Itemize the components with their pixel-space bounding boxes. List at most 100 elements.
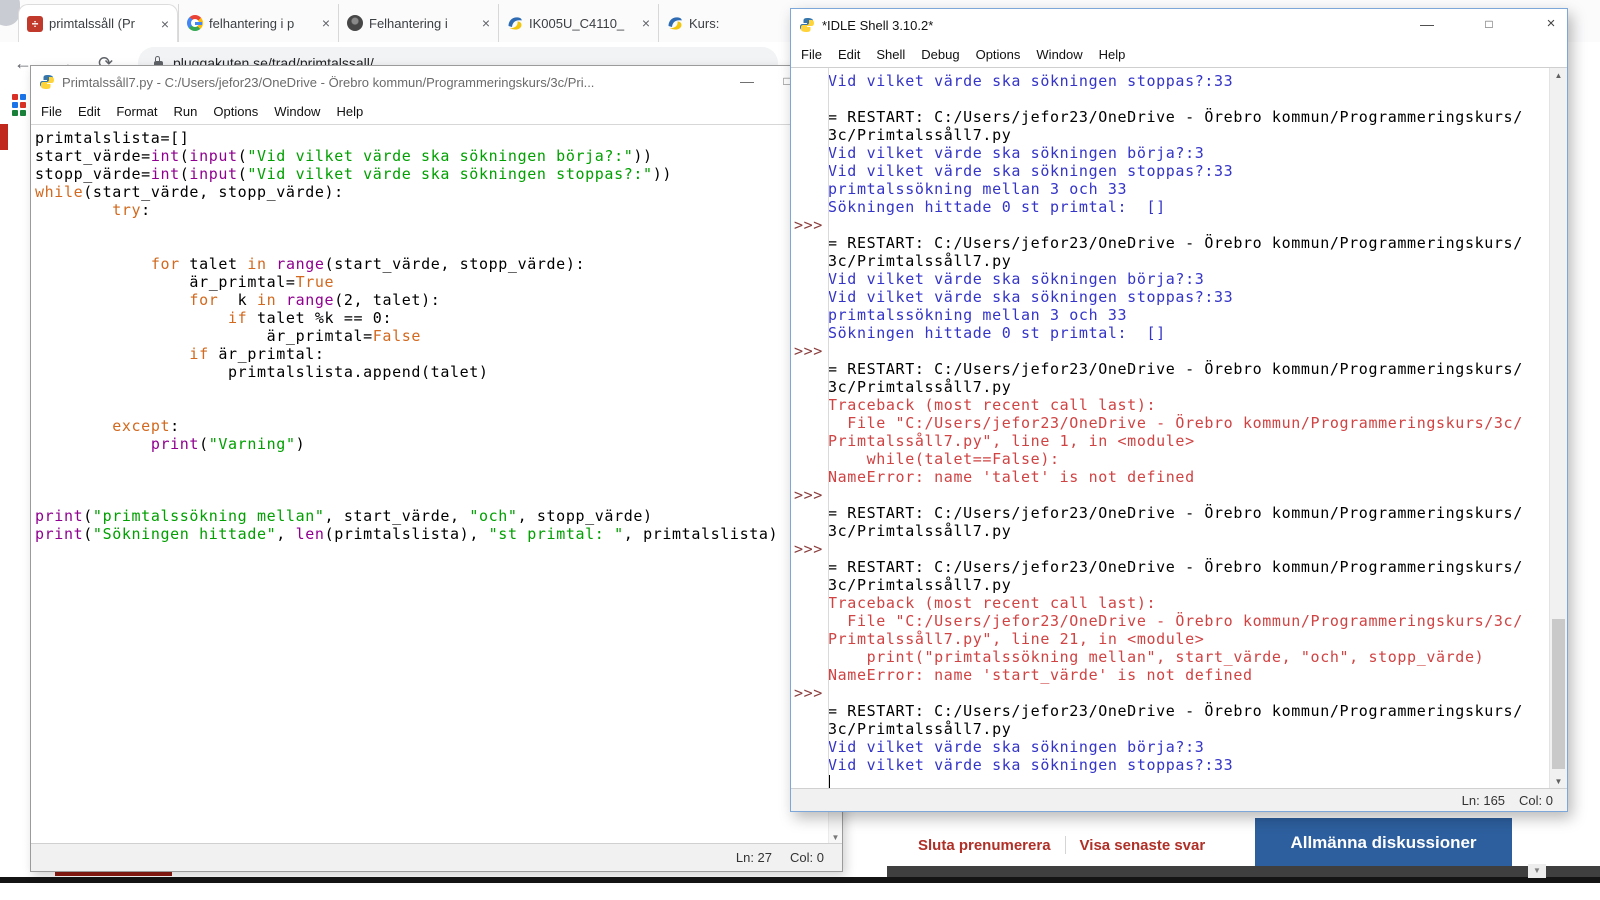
editor-statusbar: Ln: 27 Col: 0 [31,843,842,871]
shell-line: Vid vilket värde ska sökningen stoppas?:… [828,162,1234,180]
editor-titlebar[interactable]: Primtalssåll7.py - C:/Users/jefor23/OneD… [31,66,842,98]
itslearning-icon [667,15,683,31]
menu-format[interactable]: Format [108,100,165,123]
tab-primtalssall[interactable]: ÷ primtalssåll (Pr × [18,4,178,42]
code-line: stopp_värde=int(input("Vid vilket värde … [35,165,672,183]
scrollbar-thumb[interactable] [1552,619,1565,769]
shell-line: 3c/Primtalssåll7.py [828,252,1012,270]
tab-felhantering-google[interactable]: felhantering i p × [178,4,338,42]
menu-window[interactable]: Window [1028,43,1090,66]
bookmark-grid-icon[interactable] [12,94,26,116]
menu-file[interactable]: File [33,100,70,123]
scroll-down-icon[interactable]: ▼ [829,833,842,842]
shell-titlebar[interactable]: *IDLE Shell 3.10.2* — □ × [791,9,1567,41]
menu-file[interactable]: File [793,43,830,66]
maximize-button[interactable]: □ [1473,9,1505,41]
menu-run[interactable]: Run [166,100,206,123]
close-tab-icon[interactable]: × [482,15,490,31]
allmanna-diskussioner-button[interactable]: Allmänna diskussioner [1255,818,1512,868]
tab-felhantering-forum[interactable]: Felhantering i × [338,4,498,42]
menu-options[interactable]: Options [968,43,1029,66]
shell-line: = RESTART: C:/Users/jefor23/OneDrive - Ö… [828,504,1523,522]
editor-code-area[interactable]: primtalslista=[] start_värde=int(input("V… [31,124,829,844]
code-line: print("Sökningen hittade", len(primtalsl… [35,525,779,543]
itslearning-icon [507,15,523,31]
link-visa-senaste-svar[interactable]: Visa senaste svar [1080,837,1206,854]
minimize-button[interactable]: — [731,66,763,98]
line-indicator: Ln: 165 [1461,792,1506,808]
shell-line: >>> [794,540,823,558]
close-button[interactable]: × [1535,9,1567,41]
minimize-button[interactable]: — [1411,9,1443,41]
idle-editor-window: Primtalssåll7.py - C:/Users/jefor23/OneD… [30,65,843,872]
code-line: primtalslista=[] [35,129,190,147]
shell-line: while(talet==False): [828,450,1060,468]
thread-actions: Sluta prenumerera Visa senaste svar [918,836,1205,854]
shell-line: print("primtalssökning mellan", start_vä… [828,648,1485,666]
menu-window[interactable]: Window [266,100,328,123]
code-line: start_värde=int(input("Vid vilket värde … [35,147,653,165]
shell-line: Primtalssåll7.py", line 1, in <module> [828,432,1195,450]
shell-line: NameError: name 'talet' is not defined [828,468,1195,486]
code-line: print("primtalssökning mellan", start_vä… [35,507,653,525]
shell-scrollbar[interactable]: ▲ ▼ [1549,68,1567,789]
scroll-up-icon[interactable]: ▲ [1550,71,1567,80]
code-line: except: [112,417,180,435]
shell-line: 3c/Primtalssåll7.py [828,378,1012,396]
shell-line: = RESTART: C:/Users/jefor23/OneDrive - Ö… [828,558,1523,576]
tab-kurs[interactable]: Kurs: [658,4,768,42]
close-tab-icon[interactable]: × [642,15,650,31]
shell-line: 3c/Primtalssåll7.py [828,126,1012,144]
idle-shell-window: *IDLE Shell 3.10.2* — □ × File Edit Shell D… [790,8,1568,812]
red-accent-bar [55,872,172,876]
menu-options[interactable]: Options [205,100,266,123]
shell-window-title: *IDLE Shell 3.10.2* [822,17,934,33]
shell-line: Sökningen hittade 0 st primtal: [] [828,198,1166,216]
menu-edit[interactable]: Edit [830,43,868,66]
col-indicator: Col: 0 [1519,792,1553,808]
code-line: if är_primtal: [189,345,325,363]
shell-line: = RESTART: C:/Users/jefor23/OneDrive - Ö… [828,234,1523,252]
link-divider [1064,836,1066,854]
editor-menubar: File Edit Format Run Options Window Help [31,98,842,124]
tab-list: ÷ primtalssåll (Pr × felhantering i p × … [18,4,768,42]
code-line: print("Varning") [150,435,306,453]
shell-line: Traceback (most recent call last): [828,396,1157,414]
menu-help[interactable]: Help [328,100,371,123]
code-line: for k in range(2, talet): [189,291,441,309]
close-tab-icon[interactable]: × [322,15,330,31]
tab-ik005u[interactable]: IK005U_C4110_ × [498,4,658,42]
shell-line: primtalssökning mellan 3 och 33 [828,306,1128,324]
shell-line: Vid vilket värde ska sökningen stoppas?:… [828,288,1234,306]
scroll-down-icon[interactable]: ▼ [1550,777,1567,786]
shell-line: >>> [794,216,823,234]
shell-line: Vid vilket värde ska sökningen börja?:3 [828,144,1205,162]
link-sluta-prenumerera[interactable]: Sluta prenumerera [918,837,1051,854]
shell-line: >>> [794,342,823,360]
page-scrollbar-down-icon[interactable]: ▼ [1528,864,1546,878]
shell-line: Sökningen hittade 0 st primtal: [] [828,324,1166,342]
code-line: primtalslista.append(talet) [35,363,489,381]
shell-line: File "C:/Users/jefor23/OneDrive - Örebro… [828,612,1523,630]
menu-help[interactable]: Help [1091,43,1134,66]
shell-line: >>> [794,486,823,504]
shell-statusbar: Ln: 165 Col: 0 [791,788,1567,811]
shell-line: 3c/Primtalssåll7.py [828,720,1012,738]
tab-title: Kurs: [689,15,720,31]
page-logo-fragment [0,124,8,150]
shell-text-area[interactable]: Vid vilket värde ska sökningen stoppas?:… [791,67,1567,789]
shell-line: 3c/Primtalssåll7.py [828,576,1012,594]
shell-line: Primtalssåll7.py", line 21, in <module> [828,630,1205,648]
google-icon [187,15,203,31]
code-line: är_primtal=False [35,327,422,345]
shell-rows: Vid vilket värde ska sökningen stoppas?:… [791,68,1550,789]
close-tab-icon[interactable]: × [161,16,169,32]
menu-debug[interactable]: Debug [913,43,967,66]
shell-line: >>> [794,684,823,702]
window-corner [0,0,20,26]
menu-edit[interactable]: Edit [70,100,108,123]
menu-shell[interactable]: Shell [868,43,913,66]
